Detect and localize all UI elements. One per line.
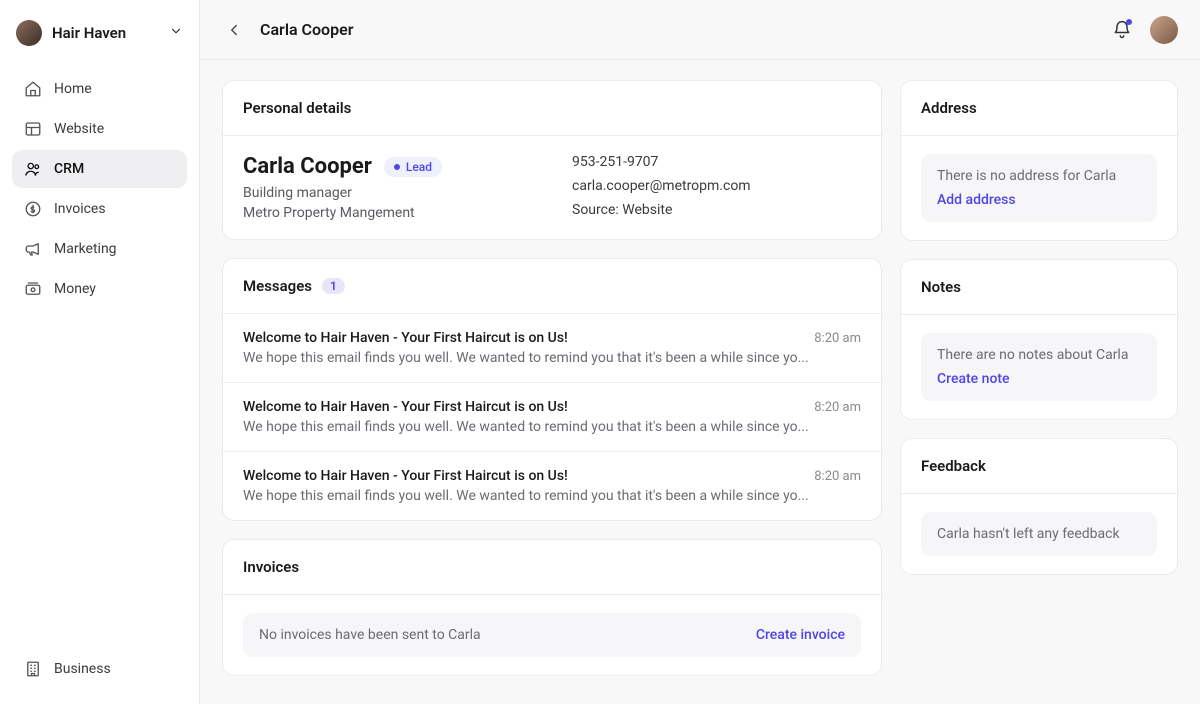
- nav: Home Website CRM Invoices Marketing: [12, 70, 187, 308]
- invoices-card: Invoices No invoices have been sent to C…: [222, 539, 882, 676]
- nav-item-invoices[interactable]: Invoices: [12, 190, 187, 228]
- messages-list: Welcome to Hair Haven - Your First Hairc…: [223, 314, 881, 520]
- status-badge: Lead: [384, 157, 442, 177]
- card-title: Notes: [921, 278, 961, 296]
- address-card: Address There is no address for Carla Ad…: [900, 80, 1178, 241]
- home-icon: [24, 80, 42, 98]
- building-icon: [24, 660, 42, 678]
- user-avatar[interactable]: [1150, 16, 1178, 44]
- nav-item-website[interactable]: Website: [12, 110, 187, 148]
- address-empty: There is no address for Carla Add addres…: [921, 154, 1157, 222]
- message-subject: Welcome to Hair Haven - Your First Hairc…: [243, 399, 802, 415]
- message-item[interactable]: Welcome to Hair Haven - Your First Hairc…: [223, 382, 881, 451]
- message-time: 8:20 am: [814, 400, 861, 415]
- org-name: Hair Haven: [52, 24, 159, 42]
- message-subject: Welcome to Hair Haven - Your First Hairc…: [243, 468, 802, 484]
- card-header: Notes: [901, 260, 1177, 315]
- chevron-down-icon: [169, 24, 183, 42]
- layout-icon: [24, 120, 42, 138]
- create-invoice-link[interactable]: Create invoice: [756, 627, 845, 643]
- nav-label: Business: [54, 661, 111, 677]
- page-title: Carla Cooper: [260, 20, 1094, 39]
- main: Carla Cooper Personal details Carla Coop…: [200, 0, 1200, 704]
- sidebar: Hair Haven Home Website CRM: [0, 0, 200, 704]
- card-header: Address: [901, 81, 1177, 136]
- feedback-card: Feedback Carla hasn't left any feedback: [900, 438, 1178, 575]
- cash-icon: [24, 280, 42, 298]
- message-item[interactable]: Welcome to Hair Haven - Your First Hairc…: [223, 314, 881, 382]
- nav-item-money[interactable]: Money: [12, 270, 187, 308]
- empty-text: No invoices have been sent to Carla: [259, 627, 481, 643]
- topbar: Carla Cooper: [200, 0, 1200, 60]
- notification-dot-icon: [1126, 19, 1132, 25]
- message-preview: We hope this email finds you well. We wa…: [243, 350, 861, 366]
- card-title: Messages: [243, 277, 312, 295]
- card-header: Feedback: [901, 439, 1177, 494]
- message-preview: We hope this email finds you well. We wa…: [243, 419, 861, 435]
- messages-count-badge: 1: [322, 278, 345, 294]
- content: Personal details Carla Cooper Lead Build…: [200, 60, 1200, 704]
- personal-details-card: Personal details Carla Cooper Lead Build…: [222, 80, 882, 240]
- message-subject: Welcome to Hair Haven - Your First Hairc…: [243, 330, 802, 346]
- nav-item-home[interactable]: Home: [12, 70, 187, 108]
- nav-item-marketing[interactable]: Marketing: [12, 230, 187, 268]
- notifications-button[interactable]: [1108, 16, 1136, 44]
- feedback-empty: Carla hasn't left any feedback: [921, 512, 1157, 556]
- nav-label: Home: [54, 81, 92, 97]
- card-header: Invoices: [223, 540, 881, 595]
- nav-label: Marketing: [54, 241, 117, 257]
- org-switcher[interactable]: Hair Haven: [12, 16, 187, 62]
- card-title: Personal details: [243, 99, 351, 117]
- notes-card: Notes There are no notes about Carla Cre…: [900, 259, 1178, 420]
- message-item[interactable]: Welcome to Hair Haven - Your First Hairc…: [223, 451, 881, 520]
- card-title: Address: [921, 99, 977, 117]
- megaphone-icon: [24, 240, 42, 258]
- nav-label: Website: [54, 121, 104, 137]
- nav-item-crm[interactable]: CRM: [12, 150, 187, 188]
- empty-text: There are no notes about Carla: [937, 347, 1141, 363]
- message-preview: We hope this email finds you well. We wa…: [243, 488, 861, 504]
- card-title: Feedback: [921, 457, 986, 475]
- contact-name: Carla Cooper: [243, 154, 372, 179]
- contact-role: Building manager: [243, 185, 532, 201]
- contact-email: carla.cooper@metropm.com: [572, 178, 861, 194]
- contact-source: Source: Website: [572, 202, 861, 218]
- dollar-circle-icon: [24, 200, 42, 218]
- nav-label: Money: [54, 281, 96, 297]
- message-time: 8:20 am: [814, 331, 861, 346]
- empty-text: Carla hasn't left any feedback: [937, 526, 1141, 542]
- card-header: Messages 1: [223, 259, 881, 314]
- nav-label: CRM: [54, 161, 84, 177]
- invoices-empty: No invoices have been sent to Carla Crea…: [243, 613, 861, 657]
- message-time: 8:20 am: [814, 469, 861, 484]
- contact-company: Metro Property Mangement: [243, 205, 532, 221]
- contact-phone: 953-251-9707: [572, 154, 861, 170]
- status-label: Lead: [406, 160, 432, 174]
- notes-empty: There are no notes about Carla Create no…: [921, 333, 1157, 401]
- messages-card: Messages 1 Welcome to Hair Haven - Your …: [222, 258, 882, 521]
- create-note-link[interactable]: Create note: [937, 371, 1141, 387]
- nav-item-business[interactable]: Business: [12, 650, 187, 688]
- nav-label: Invoices: [54, 201, 106, 217]
- users-icon: [24, 160, 42, 178]
- back-button[interactable]: [222, 18, 246, 42]
- card-title: Invoices: [243, 558, 299, 576]
- org-avatar: [16, 20, 42, 46]
- card-header: Personal details: [223, 81, 881, 136]
- add-address-link[interactable]: Add address: [937, 192, 1141, 208]
- empty-text: There is no address for Carla: [937, 168, 1141, 184]
